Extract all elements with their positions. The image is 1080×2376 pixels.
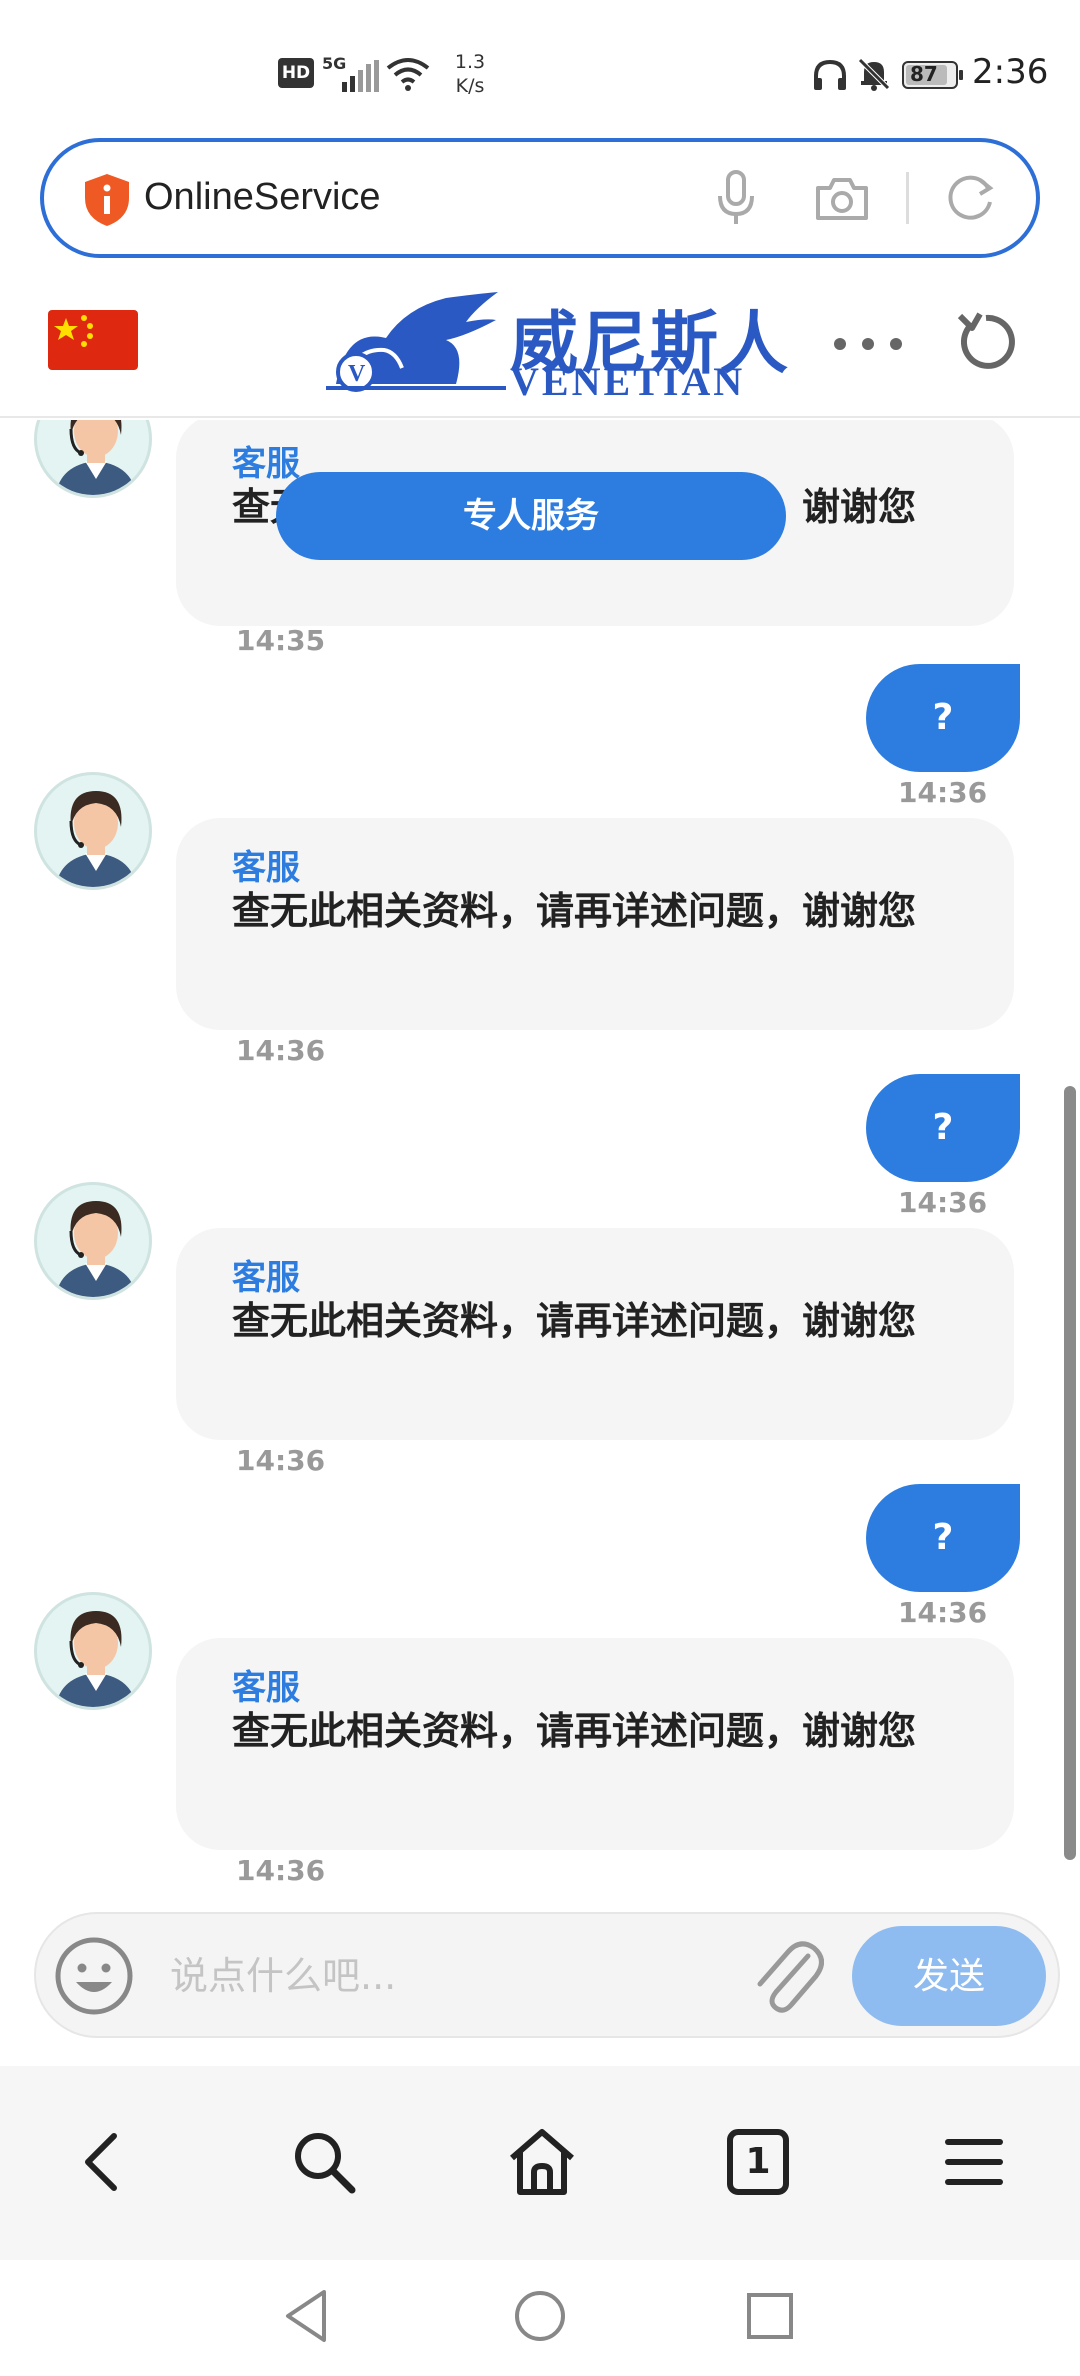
message-input-bar: 发送 (34, 1912, 1060, 2038)
agent-avatar-icon (55, 1201, 137, 1297)
hd-indicator: HD (278, 58, 314, 88)
home-icon[interactable] (502, 2122, 582, 2202)
tab-count: 1 (745, 2141, 771, 2182)
agent-avatar-icon (55, 1611, 137, 1707)
message-time: 14:36 (898, 1186, 988, 1219)
back-icon[interactable] (66, 2122, 146, 2202)
more-options-icon[interactable] (830, 334, 906, 354)
agent-avatar (34, 420, 152, 498)
emoji-icon[interactable] (52, 1934, 136, 2018)
address-bar-divider (906, 172, 909, 224)
refresh-icon[interactable] (956, 308, 1016, 372)
logo-english-text: VENETIAN (510, 359, 746, 404)
site-header: V 威尼斯人 VENETIAN (0, 278, 1080, 418)
signal-icon (342, 60, 379, 92)
send-button[interactable]: 发送 (852, 1926, 1046, 2026)
system-navigation-bar (0, 2260, 1080, 2376)
agent-message-bubble: 客服 查无此相关资料，请再详述问题，谢谢您 (176, 1228, 1014, 1440)
message-time: 14:36 (898, 1596, 988, 1629)
user-message-bubble: ? (866, 1484, 1020, 1592)
speed-unit: K/s (455, 75, 485, 97)
agent-avatar-icon (55, 791, 137, 887)
menu-icon[interactable] (934, 2122, 1014, 2202)
svg-text:V: V (348, 361, 366, 387)
message-time: 14:35 (236, 624, 326, 657)
tabs-button[interactable]: 1 (718, 2122, 798, 2202)
address-bar[interactable]: OnlineService (40, 138, 1040, 258)
message-input[interactable] (170, 1944, 770, 2008)
search-icon[interactable] (284, 2122, 364, 2202)
agent-name: 客服 (232, 1668, 300, 1708)
personal-service-button[interactable]: 专人服务 (276, 472, 786, 560)
shield-warning-icon[interactable] (82, 172, 132, 228)
agent-avatar (34, 1592, 152, 1710)
agent-message-text: 查无此相关资料，请再详述问题，谢谢您 (232, 1299, 917, 1343)
agent-name: 客服 (232, 1258, 300, 1298)
agent-message-bubble: 客服 查无此相关资料，请再详述问题，谢谢您 (176, 818, 1014, 1030)
headphone-icon (814, 59, 846, 90)
agent-name: 客服 (232, 848, 300, 888)
agent-avatar (34, 1182, 152, 1300)
system-home-icon[interactable] (508, 2284, 572, 2348)
battery-level: 87 (910, 62, 938, 86)
agent-message-bubble: 客服 查无此相关资料，请再详述问题，谢谢您 (176, 1638, 1014, 1850)
message-time: 14:36 (236, 1854, 326, 1887)
message-time: 14:36 (236, 1444, 326, 1477)
agent-avatar-icon (55, 420, 137, 495)
agent-message-text: 查无此相关资料，请再详述问题，谢谢您 (232, 1709, 917, 1753)
battery-icon: 87 (902, 60, 964, 90)
camera-icon[interactable] (814, 174, 870, 222)
browser-toolbar: 1 (0, 2066, 1080, 2260)
user-message-bubble: ? (866, 664, 1020, 772)
attachment-icon[interactable] (748, 1936, 824, 2020)
agent-message-text: 查无此相关资料，请再详述问题，谢谢您 (232, 889, 917, 933)
url-text[interactable]: OnlineService (144, 176, 381, 219)
microphone-icon[interactable] (716, 168, 756, 228)
message-time: 14:36 (898, 776, 988, 809)
network-speed: 1.3 K/s (440, 50, 500, 98)
chat-scrollbar[interactable] (1064, 1086, 1076, 1860)
user-message-bubble: ? (866, 1074, 1020, 1182)
speed-value: 1.3 (454, 51, 486, 73)
system-recents-icon[interactable] (738, 2284, 802, 2348)
china-flag-icon[interactable] (48, 310, 138, 370)
venetian-logo[interactable]: V 威尼斯人 VENETIAN (326, 288, 788, 404)
clock: 2:36 (972, 52, 1049, 92)
chat-messages[interactable]: 客服 查无此相关资料，请再详述问题，谢谢您 14:35 ? 14:36 客服 查… (0, 420, 1080, 1900)
agent-name: 客服 (232, 444, 300, 484)
agent-avatar (34, 772, 152, 890)
winged-lion-icon: V (326, 292, 506, 392)
status-bar: HD 5G 1.3 K/s 87 2:36 (0, 0, 1080, 135)
wifi-icon (386, 58, 430, 91)
bell-muted-icon (858, 58, 890, 91)
reload-icon[interactable] (944, 172, 998, 226)
message-time: 14:36 (236, 1034, 326, 1067)
system-back-icon[interactable] (276, 2284, 340, 2348)
